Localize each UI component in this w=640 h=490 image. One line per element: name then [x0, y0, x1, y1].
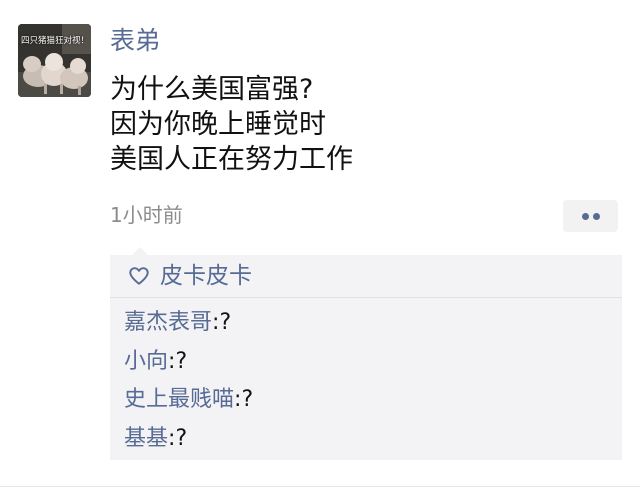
bottom-divider: [0, 486, 640, 487]
comment-list: 嘉杰表哥:? 小向:? 史上最贱喵:? 基基:?: [124, 304, 253, 458]
more-actions-button[interactable]: [563, 200, 618, 232]
post-text-line: 因为你晚上睡觉时: [110, 109, 326, 140]
liker-name[interactable]: 皮卡皮卡: [160, 259, 252, 293]
comments-panel: 皮卡皮卡 嘉杰表哥:? 小向:? 史上最贱喵:? 基基:?: [110, 247, 622, 460]
likes-row: 皮卡皮卡: [110, 255, 622, 298]
comment-text: ?: [175, 348, 188, 374]
comment-item[interactable]: 嘉杰表哥:?: [124, 304, 253, 343]
commenter-name[interactable]: 基基: [124, 426, 168, 451]
post-author-name[interactable]: 表弟: [110, 24, 160, 58]
comment-text: ?: [241, 387, 254, 412]
post-text: 为什么美国富强? 因为你晚上睡觉时 美国人正在努力工作: [110, 72, 610, 177]
heart-outline-icon: [129, 267, 149, 285]
comment-item[interactable]: 小向:?: [124, 343, 253, 382]
commenter-name[interactable]: 史上最贱喵: [124, 387, 234, 412]
comment-item[interactable]: 基基:?: [124, 420, 253, 459]
comment-text: ?: [219, 310, 232, 335]
commenter-name[interactable]: 小向: [124, 349, 168, 374]
avatar[interactable]: 四只猪猫狂对视！: [18, 24, 91, 97]
post-text-line: 为什么美国富强?: [110, 74, 314, 105]
post-text-line: 美国人正在努力工作: [110, 144, 353, 175]
dot-icon: [593, 213, 600, 220]
pig-photo: [18, 24, 91, 97]
avatar-caption: 四只猪猫狂对视！: [21, 36, 90, 46]
dot-icon: [582, 213, 589, 220]
comment-item[interactable]: 史上最贱喵:?: [124, 381, 253, 420]
comment-text: ?: [175, 425, 188, 451]
commenter-name[interactable]: 嘉杰表哥: [124, 310, 212, 335]
post-timestamp: 1小时前: [110, 203, 183, 227]
